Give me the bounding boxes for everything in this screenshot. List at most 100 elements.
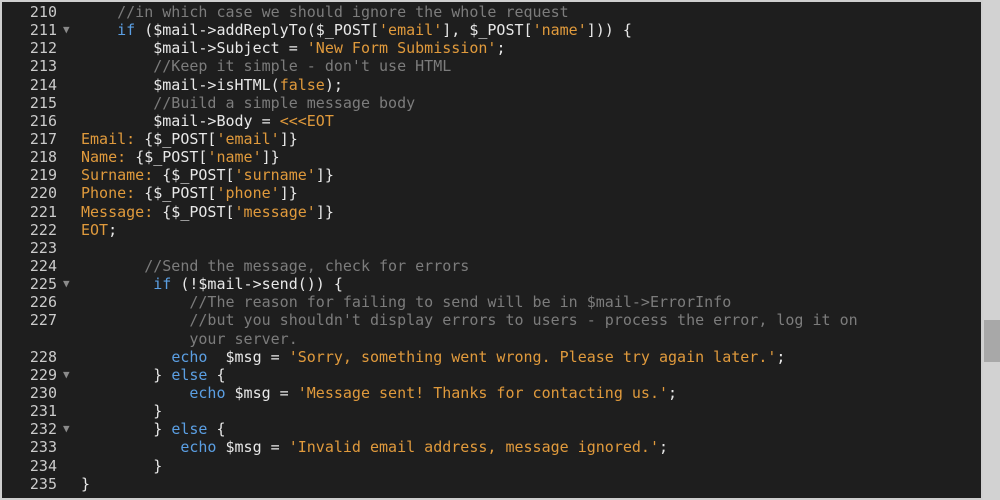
code-line[interactable]: 219 Surname: {$_POST['surname']} [0,166,983,184]
code-line[interactable]: 235} [0,475,983,493]
code-text[interactable]: Message: {$_POST['message']} [81,203,334,221]
code-text[interactable]: //but you shouldn't display errors to us… [81,311,858,348]
code-text[interactable]: $mail->Body = <<<EOT [81,112,334,130]
code-text[interactable]: } [81,457,162,475]
line-number: 213 [29,57,57,76]
code-line[interactable]: 227 //but you shouldn't display errors t… [0,311,983,347]
fold-toggle-icon[interactable]: ▼ [63,275,70,293]
code-token-plain: {$_POST[ [144,184,217,203]
line-number: 211 [29,21,57,40]
code-line[interactable]: 216 $mail->Body = <<<EOT [0,112,983,130]
code-text[interactable]: //The reason for failing to send will be… [81,293,731,311]
code-text[interactable]: //Send the message, check for errors [81,257,469,275]
code-text[interactable]: $mail->Subject = 'New Form Submission'; [81,39,505,57]
line-number: 212 [29,39,57,58]
code-line[interactable]: 220 Phone: {$_POST['phone']} [0,184,983,202]
code-token-plain: {$_POST[ [144,129,217,148]
code-token-string: 'New Form Submission' [306,39,497,58]
line-number: 233 [29,438,57,457]
code-token-plain: } [81,474,91,493]
code-token-comment: //but you shouldn't display errors to us… [189,311,858,330]
code-line[interactable]: 231 } [0,402,983,420]
code-token-heredoc: Email: [81,129,145,148]
code-token-plain: $mail->Subject = [81,39,307,58]
code-line[interactable]: 229 ▼ } else { [0,366,983,384]
code-text[interactable]: } else { [81,420,225,439]
fold-toggle-icon[interactable]: ▼ [63,366,70,384]
code-line[interactable]: 221 Message: {$_POST['message']} [0,203,983,221]
code-token-keyword: else [171,420,208,439]
code-text[interactable]: EOT; [81,221,117,239]
code-line[interactable]: 223 [0,239,983,257]
code-line[interactable]: 213 //Keep it simple - don't use HTML [0,57,983,75]
code-text[interactable]: Phone: {$_POST['phone']} [81,184,298,202]
code-line[interactable]: 233 echo $msg = 'Invalid email address, … [0,438,983,456]
code-token-plain: { [207,365,226,384]
code-text[interactable]: //Build a simple message body [81,94,415,112]
fold-toggle-icon[interactable]: ▼ [63,21,70,39]
fold-toggle-icon[interactable]: ▼ [63,420,70,438]
code-line[interactable]: 218 Name: {$_POST['name']} [0,148,983,166]
code-token-heredoc: Name: [81,148,136,167]
code-text[interactable]: //in which case we should ignore the who… [81,3,569,21]
code-token-comment: //Build a simple message body [153,93,416,112]
code-text[interactable]: } [81,402,162,420]
code-text[interactable]: //Keep it simple - don't use HTML [81,57,451,75]
code-token-plain: } [81,456,163,475]
code-token-plain: } [81,402,163,421]
line-number: 226 [29,293,57,312]
code-lines[interactable]: 210 //in which case we should ignore the… [0,3,983,493]
code-line[interactable]: 226 //The reason for failing to send wil… [0,293,983,311]
code-token-plain: ]} [315,166,334,185]
code-line[interactable]: 217 Email: {$_POST['email']} [0,130,983,148]
scrollbar-thumb[interactable] [984,320,1000,362]
code-line[interactable]: 210 //in which case we should ignore the… [0,3,983,21]
code-line[interactable]: 232 ▼ } else { [0,420,983,438]
code-text[interactable]: Surname: {$_POST['surname']} [81,166,334,184]
code-text[interactable]: if (!$mail->send()) { [81,275,343,293]
code-text[interactable]: } [81,475,90,493]
code-token-keyword: if [153,275,172,294]
vertical-scrollbar[interactable] [983,0,1000,500]
code-line[interactable]: 211 ▼ if ($mail->addReplyTo($_POST['email… [0,21,983,39]
code-editor[interactable]: 210 //in which case we should ignore the… [0,0,983,500]
code-token-heredoc: <<<EOT [279,111,334,130]
line-number: 217 [29,129,57,148]
line-number: 215 [29,93,57,112]
code-line[interactable]: 215 //Build a simple message body [0,94,983,112]
code-line[interactable]: 225 ▼ if (!$mail->send()) { [0,275,983,293]
code-line[interactable]: 214 $mail->isHTML(false); [0,76,983,94]
line-number: 223 [29,238,57,257]
code-line[interactable]: 234 } [0,457,983,475]
code-line[interactable]: 222 EOT; [0,221,983,239]
code-text[interactable]: $mail->isHTML(false); [81,76,343,94]
code-line[interactable]: 230 echo $msg = 'Message sent! Thanks fo… [0,384,983,402]
code-line[interactable]: 228 echo $msg = 'Sorry, something went w… [0,348,983,366]
code-text[interactable]: Name: {$_POST['name']} [81,148,280,166]
line-number: 225 [29,275,57,294]
code-line[interactable]: 212 $mail->Subject = 'New Form Submissio… [0,39,983,57]
code-text[interactable]: if ($mail->addReplyTo($_POST['email'], $… [81,21,632,39]
code-token-heredoc: Phone: [81,184,145,203]
code-text[interactable]: Email: {$_POST['email']} [81,130,298,148]
code-token-string: 'surname' [234,166,316,185]
code-token-plain: ], $_POST[ [442,21,533,40]
line-number: 234 [29,456,57,475]
code-line[interactable]: 224 //Send the message, check for errors [0,257,983,275]
code-text[interactable]: echo $msg = 'Invalid email address, mess… [81,438,668,456]
code-text[interactable]: echo $msg = 'Sorry, something went wrong… [81,348,785,366]
code-token-plain: $msg = [207,347,289,366]
code-text[interactable]: echo $msg = 'Message sent! Thanks for co… [81,384,677,402]
line-number: 214 [29,75,57,94]
code-token-string: 'Message sent! Thanks for contacting us.… [297,383,669,402]
code-token-plain: (!$mail->send()) { [171,275,343,294]
code-token-string: 'Invalid email address, message ignored.… [288,438,659,457]
code-text[interactable]: } else { [81,365,226,384]
line-number: 210 [29,3,57,21]
